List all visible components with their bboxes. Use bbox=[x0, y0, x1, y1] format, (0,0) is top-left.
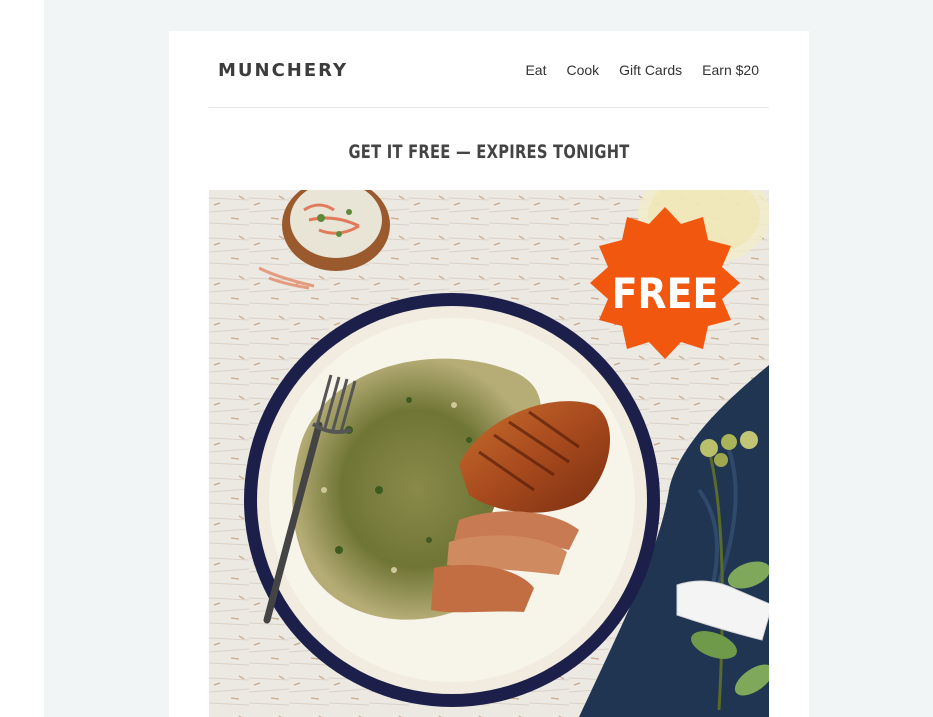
top-nav: Eat Cook Gift Cards Earn $20 bbox=[525, 62, 759, 78]
munchery-logo[interactable]: MUNCHERY bbox=[218, 60, 348, 81]
nav-eat-link[interactable]: Eat bbox=[525, 62, 546, 78]
header-divider bbox=[209, 107, 769, 108]
nav-earn-link[interactable]: Earn $20 bbox=[702, 62, 759, 78]
nav-cook-link[interactable]: Cook bbox=[566, 62, 599, 78]
hero-food-image[interactable]: FREE bbox=[209, 190, 769, 717]
email-card: MUNCHERY Eat Cook Gift Cards Earn $20 GE… bbox=[169, 31, 809, 717]
free-badge-text: FREE bbox=[612, 269, 719, 318]
promo-headline: GET IT FREE — EXPIRES TONIGHT bbox=[348, 141, 630, 163]
nav-gift-cards-link[interactable]: Gift Cards bbox=[619, 62, 682, 78]
